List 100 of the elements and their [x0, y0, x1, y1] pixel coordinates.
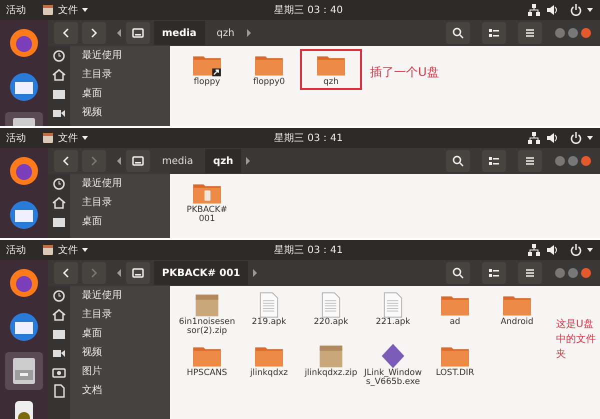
list-view-icon — [488, 27, 500, 39]
app-menu[interactable]: 文件 — [58, 242, 78, 258]
menu-icon — [524, 155, 536, 167]
power-icon[interactable] — [570, 132, 582, 144]
activities-button[interactable]: 活动 — [6, 2, 26, 18]
network-icon[interactable] — [528, 4, 540, 16]
file-item[interactable]: 221.apk — [362, 289, 424, 340]
drive-button[interactable] — [126, 150, 150, 172]
sidebar-item[interactable]: 桌面 — [70, 212, 170, 231]
power-icon[interactable] — [570, 4, 582, 16]
sidebar-item[interactable]: 文档 — [70, 381, 170, 400]
file-item[interactable]: 219.apk — [238, 289, 300, 340]
path-segment[interactable]: PKBACK# 001 — [154, 261, 248, 285]
volume-icon[interactable] — [546, 132, 558, 144]
drive-icon — [132, 27, 144, 39]
search-button[interactable] — [446, 150, 470, 172]
caret-icon[interactable] — [586, 246, 594, 254]
app-menu[interactable]: 文件 — [58, 2, 78, 18]
window-controls-icon[interactable] — [554, 267, 594, 279]
power-icon[interactable] — [570, 244, 582, 256]
back-button[interactable] — [54, 22, 78, 44]
activities-button[interactable]: 活动 — [6, 130, 26, 146]
file-item[interactable]: qzh — [300, 49, 362, 90]
caret-icon[interactable] — [81, 134, 89, 142]
envelope-icon[interactable] — [8, 71, 40, 103]
file-item[interactable]: 6in1noisesensor(2).zip — [176, 289, 238, 340]
sidebar-item[interactable]: 主目录 — [70, 65, 170, 84]
clock[interactable]: 星期三 03：41 — [89, 242, 528, 258]
volume-icon[interactable] — [546, 244, 558, 256]
network-icon[interactable] — [528, 244, 540, 256]
caret-icon[interactable] — [81, 6, 89, 14]
search-button[interactable] — [446, 262, 470, 284]
envelope-icon[interactable] — [8, 199, 40, 231]
clock-icon — [52, 176, 66, 190]
file-item[interactable]: PKBACK# 001 — [176, 177, 238, 228]
file-item[interactable]: jlinkqdxz — [238, 340, 300, 390]
search-icon — [452, 27, 464, 39]
window-controls-icon[interactable] — [554, 155, 594, 167]
document-icon — [52, 384, 66, 398]
menu-button[interactable] — [518, 262, 542, 284]
left-arrow-icon[interactable] — [116, 29, 122, 37]
caret-icon[interactable] — [81, 246, 89, 254]
file-item[interactable]: ad — [424, 289, 486, 340]
view-button[interactable] — [482, 22, 506, 44]
view-button[interactable] — [482, 262, 506, 284]
clock-icon — [52, 48, 66, 62]
file-item[interactable]: 220.apk — [300, 289, 362, 340]
path-segment[interactable]: qzh — [205, 149, 242, 173]
home-icon — [52, 68, 66, 82]
file-item[interactable]: Android — [486, 289, 548, 340]
sidebar-item[interactable]: 桌面 — [70, 324, 170, 343]
menu-button[interactable] — [518, 22, 542, 44]
forward-icon — [90, 268, 98, 278]
caret-icon[interactable] — [586, 6, 594, 14]
sidebar-item[interactable]: 最近使用 — [70, 46, 170, 65]
right-arrow-icon[interactable] — [252, 269, 258, 277]
drive-button[interactable] — [126, 22, 150, 44]
back-button[interactable] — [54, 150, 78, 172]
right-arrow-icon[interactable] — [246, 29, 252, 37]
drive-icon — [132, 267, 144, 279]
envelope-icon[interactable] — [8, 311, 40, 343]
sidebar-item[interactable]: 最近使用 — [70, 174, 170, 193]
sidebar-item[interactable]: 图片 — [70, 362, 170, 381]
back-button[interactable] — [54, 262, 78, 284]
activities-button[interactable]: 活动 — [6, 242, 26, 258]
path-segment[interactable]: qzh — [208, 21, 242, 45]
back-icon — [62, 268, 70, 278]
sidebar-item[interactable]: 桌面 — [70, 84, 170, 103]
view-button[interactable] — [482, 150, 506, 172]
sidebar-item[interactable]: 视频 — [70, 103, 170, 122]
file-item[interactable]: jlinkqdxz.zip — [300, 340, 362, 390]
forward-button[interactable] — [82, 22, 106, 44]
sidebar-item[interactable]: 主目录 — [70, 193, 170, 212]
volume-icon[interactable] — [546, 4, 558, 16]
search-button[interactable] — [446, 22, 470, 44]
drive-button[interactable] — [126, 262, 150, 284]
path-segment[interactable]: media — [154, 21, 205, 45]
caret-icon[interactable] — [586, 134, 594, 142]
left-arrow-icon[interactable] — [116, 269, 122, 277]
window-controls-icon[interactable] — [554, 27, 594, 39]
file-item[interactable]: floppy0 — [238, 49, 300, 90]
clock[interactable]: 星期三 03：40 — [89, 2, 528, 18]
path-segment[interactable]: media — [154, 149, 202, 173]
left-arrow-icon[interactable] — [116, 157, 122, 165]
back-icon — [62, 156, 70, 166]
list-view-icon — [488, 267, 500, 279]
file-item[interactable]: floppy — [176, 49, 238, 90]
right-arrow-icon[interactable] — [245, 157, 252, 165]
network-icon[interactable] — [528, 132, 540, 144]
menu-button[interactable] — [518, 150, 542, 172]
clock[interactable]: 星期三 03：41 — [89, 130, 528, 146]
file-item[interactable]: HPSCANS — [176, 340, 238, 390]
sidebar-item[interactable]: 主目录 — [70, 305, 170, 324]
back-icon — [62, 28, 70, 38]
file-item[interactable]: JLink_Windows_V665b.exe — [362, 340, 424, 390]
sidebar-item[interactable]: 最近使用 — [70, 286, 170, 305]
sidebar-item[interactable]: 视频 — [70, 343, 170, 362]
file-item[interactable]: LOST.DIR — [424, 340, 486, 390]
app-menu[interactable]: 文件 — [58, 130, 78, 146]
list-view-icon — [488, 155, 500, 167]
